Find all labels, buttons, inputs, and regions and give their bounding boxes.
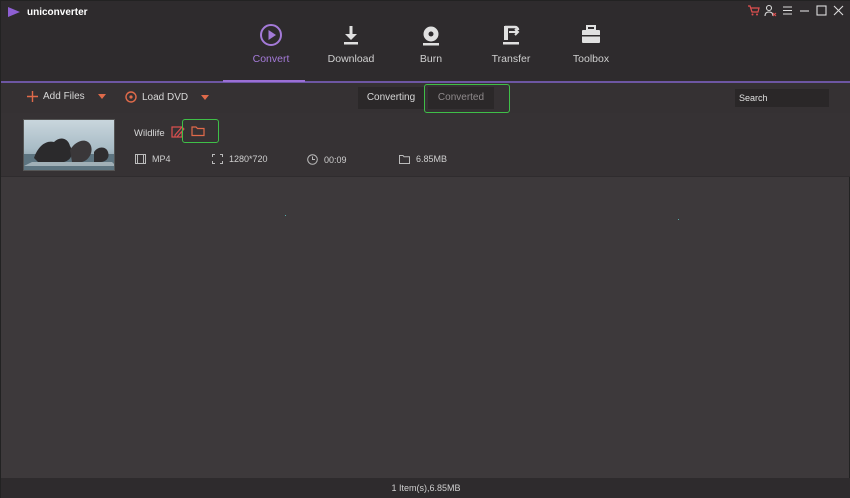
cart-icon[interactable] (747, 4, 760, 17)
clock-icon (307, 154, 318, 165)
artifact-dot (678, 219, 679, 220)
file-duration-value: 00:09 (324, 154, 347, 165)
file-format: MP4 (135, 154, 171, 164)
plus-icon (27, 91, 38, 102)
window-controls (747, 4, 845, 17)
tab-download-label: Download (327, 53, 375, 65)
tab-converting[interactable]: Converting (358, 87, 424, 109)
dvd-icon (125, 91, 137, 103)
folder-icon (399, 155, 410, 164)
status-bar: 1 Item(s),6.85MB (1, 478, 850, 498)
app-title: uniconverter (27, 7, 88, 18)
file-size-value: 6.85MB (416, 154, 448, 164)
file-duration: 00:09 (307, 154, 347, 165)
tab-toolbox-label: Toolbox (572, 53, 610, 65)
load-dvd-dropdown-icon[interactable] (201, 94, 210, 100)
add-files-button[interactable]: Add Files (27, 91, 106, 102)
tab-toolbox[interactable]: Toolbox (551, 23, 631, 81)
toolbar: Add Files Load DVD Converting Converted (1, 83, 850, 113)
main-nav: Convert Download Burn Transfer Toolbox (231, 23, 631, 81)
file-name: Wildlife (134, 128, 165, 139)
tab-download[interactable]: Download (311, 23, 391, 81)
transfer-icon (503, 25, 520, 45)
top-bar: uniconverter Convert Download Burn Trans… (1, 1, 850, 81)
file-resolution-value: 1280*720 (229, 154, 268, 164)
status-summary: 1 Item(s),6.85MB (391, 483, 461, 493)
convert-icon (260, 24, 282, 46)
highlight-box (424, 84, 510, 113)
artifact-dot (285, 215, 286, 216)
maximize-icon[interactable] (815, 4, 828, 17)
burn-icon (423, 26, 439, 46)
close-icon[interactable] (832, 4, 845, 17)
menu-icon[interactable] (781, 4, 794, 17)
download-icon (344, 26, 358, 45)
tab-transfer[interactable]: Transfer (471, 23, 551, 81)
list-item[interactable]: Wildlife MP4 1280*720 00:09 6.85MB (1, 113, 850, 177)
film-icon (135, 154, 146, 164)
file-resolution: 1280*720 (212, 154, 268, 164)
add-files-label: Add Files (43, 91, 85, 102)
app-logo-icon (8, 7, 20, 17)
resolution-icon (212, 154, 223, 164)
tab-transfer-label: Transfer (491, 53, 531, 65)
toolbox-icon (582, 25, 600, 43)
search-input[interactable] (735, 89, 829, 107)
tab-convert[interactable]: Convert (231, 23, 311, 81)
file-size: 6.85MB (399, 154, 447, 164)
file-format-value: MP4 (152, 154, 171, 164)
active-tab-indicator (223, 80, 305, 82)
highlight-box (182, 119, 219, 143)
tab-convert-label: Convert (252, 53, 290, 65)
add-files-dropdown-icon[interactable] (97, 94, 106, 99)
tab-burn[interactable]: Burn (391, 23, 471, 81)
tab-burn-label: Burn (419, 53, 443, 65)
minimize-icon[interactable] (798, 4, 811, 17)
load-dvd-button[interactable]: Load DVD (125, 91, 210, 103)
user-icon[interactable] (764, 4, 777, 17)
load-dvd-label: Load DVD (142, 91, 189, 103)
video-thumbnail[interactable] (23, 119, 115, 171)
